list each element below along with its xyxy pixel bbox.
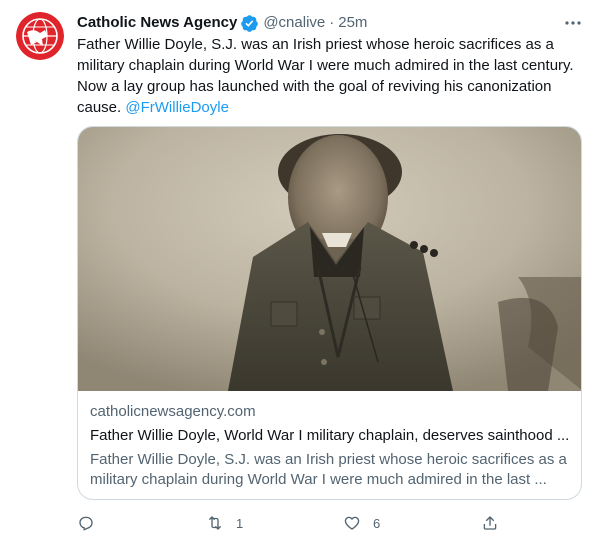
card-description-line: Father Willie Doyle, S.J. was an Irish p…	[90, 451, 567, 468]
reply-button[interactable]	[77, 512, 107, 534]
timestamp[interactable]: 25m	[338, 13, 367, 33]
card-body: catholicnewsagency.com Father Willie Doy…	[90, 402, 570, 490]
verified-badge-icon	[240, 14, 259, 33]
tweet-text-end: cause.	[77, 99, 122, 116]
card-description-line: military chaplain during World War I wer…	[90, 471, 547, 488]
cna-logo-icon	[16, 12, 64, 60]
card-domain: catholicnewsagency.com	[90, 403, 256, 420]
share-icon	[483, 516, 497, 530]
tweet-header: Catholic News Agency @cnalive · 25m	[77, 13, 367, 33]
tweet-text-line: Now a lay group has launched with the go…	[77, 78, 552, 95]
retweet-count: 1	[236, 515, 244, 531]
tweet-text: Father Willie Doyle, S.J. was an Irish p…	[77, 34, 587, 118]
more-options-button[interactable]	[562, 12, 584, 34]
tweet-text-line: military chaplain during World War I wer…	[77, 57, 574, 74]
like-count: 6	[373, 515, 381, 531]
reply-icon	[79, 516, 93, 531]
retweet-button[interactable]: 1	[206, 512, 243, 534]
avatar[interactable]	[16, 12, 64, 60]
retweet-icon	[209, 516, 221, 530]
heart-icon	[344, 516, 360, 530]
tweet[interactable]: Catholic News Agency @cnalive · 25m Fath…	[0, 0, 598, 544]
card-description: Father Willie Doyle, S.J. was an Irish p…	[90, 450, 570, 490]
link-preview-card[interactable]: catholicnewsagency.com Father Willie Doy…	[77, 126, 582, 500]
card-photo	[78, 127, 581, 391]
card-title[interactable]: Father Willie Doyle, World War I militar…	[90, 426, 570, 446]
tweet-text-last-line: cause. @FrWillieDoyle	[77, 97, 587, 118]
mention-link[interactable]: @FrWillieDoyle	[125, 99, 229, 116]
tweet-text-line: Father Willie Doyle, S.J. was an Irish p…	[77, 36, 554, 53]
like-button[interactable]: 6	[343, 512, 380, 534]
tweet-actions: 1 6	[77, 512, 507, 534]
share-button[interactable]	[481, 512, 499, 534]
author-handle[interactable]: @cnalive	[263, 13, 325, 33]
separator-dot: ·	[329, 14, 335, 31]
more-icon	[565, 21, 581, 25]
author-name[interactable]: Catholic News Agency	[77, 13, 237, 33]
